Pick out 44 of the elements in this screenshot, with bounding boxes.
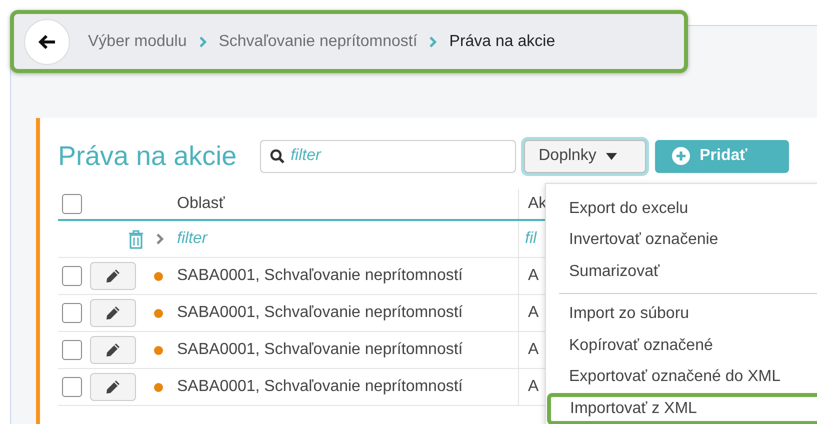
column-header[interactable]: Ak xyxy=(528,195,547,213)
expand-icon xyxy=(156,233,164,245)
menu-item[interactable]: Export do excelu xyxy=(546,193,817,224)
pencil-icon xyxy=(105,342,121,358)
edit-button[interactable] xyxy=(90,373,136,401)
search-icon xyxy=(270,148,285,164)
edit-button[interactable] xyxy=(90,336,136,364)
page-title: Práva na akcie xyxy=(58,140,237,172)
menu-item[interactable]: Exportovať označené do XML xyxy=(546,362,817,393)
menu-item[interactable]: Kopírovať označené xyxy=(546,330,817,362)
select-all-checkbox[interactable] xyxy=(62,194,82,214)
row-checkbox[interactable] xyxy=(62,377,82,397)
search-field[interactable]: filter xyxy=(260,140,516,172)
pencil-icon xyxy=(105,305,121,321)
caret-icon xyxy=(606,152,618,160)
edit-button[interactable] xyxy=(90,262,136,290)
plus-circle-icon xyxy=(672,147,690,165)
table-cell-text: SABA0001, Schvaľovanie neprítomností xyxy=(176,378,464,396)
table-cell: A xyxy=(528,267,539,285)
row-checkbox[interactable] xyxy=(62,340,82,360)
filter-field[interactable]: filter xyxy=(172,229,379,249)
breadcrumb-item[interactable]: Schvaľovanie neprítomností xyxy=(218,32,418,50)
row-checkbox[interactable] xyxy=(62,303,82,323)
table-cell-text: SABA0001, Schvaľovanie neprítomností xyxy=(176,267,464,285)
breadcrumb-item[interactable]: Výber modulu xyxy=(88,32,187,50)
edit-button[interactable] xyxy=(90,299,136,327)
menu-item[interactable]: Import zo súboru xyxy=(546,298,817,330)
pencil-icon xyxy=(105,268,121,284)
column-header[interactable]: Oblasť xyxy=(172,195,518,213)
back-arrow-icon xyxy=(38,34,56,50)
back-button[interactable] xyxy=(24,18,70,64)
menu-item[interactable]: Importovať z XML xyxy=(547,393,817,424)
trash-icon[interactable] xyxy=(128,230,144,248)
table-cell: A xyxy=(528,378,539,396)
menu-item[interactable]: Sumarizovať xyxy=(546,256,817,288)
chevron-icon xyxy=(198,36,207,48)
row-checkbox[interactable] xyxy=(62,266,82,286)
pencil-icon xyxy=(105,379,121,395)
table-cell-text: SABA0001, Schvaľovanie neprítomností xyxy=(176,304,464,322)
table-cell: A xyxy=(528,341,539,359)
breadcrumb-item: Práva na akcie xyxy=(449,32,556,50)
table-cell: A xyxy=(528,304,539,322)
table-cell-text: SABA0001, Schvaľovanie neprítomností xyxy=(176,341,464,359)
chevron-icon xyxy=(429,36,438,48)
